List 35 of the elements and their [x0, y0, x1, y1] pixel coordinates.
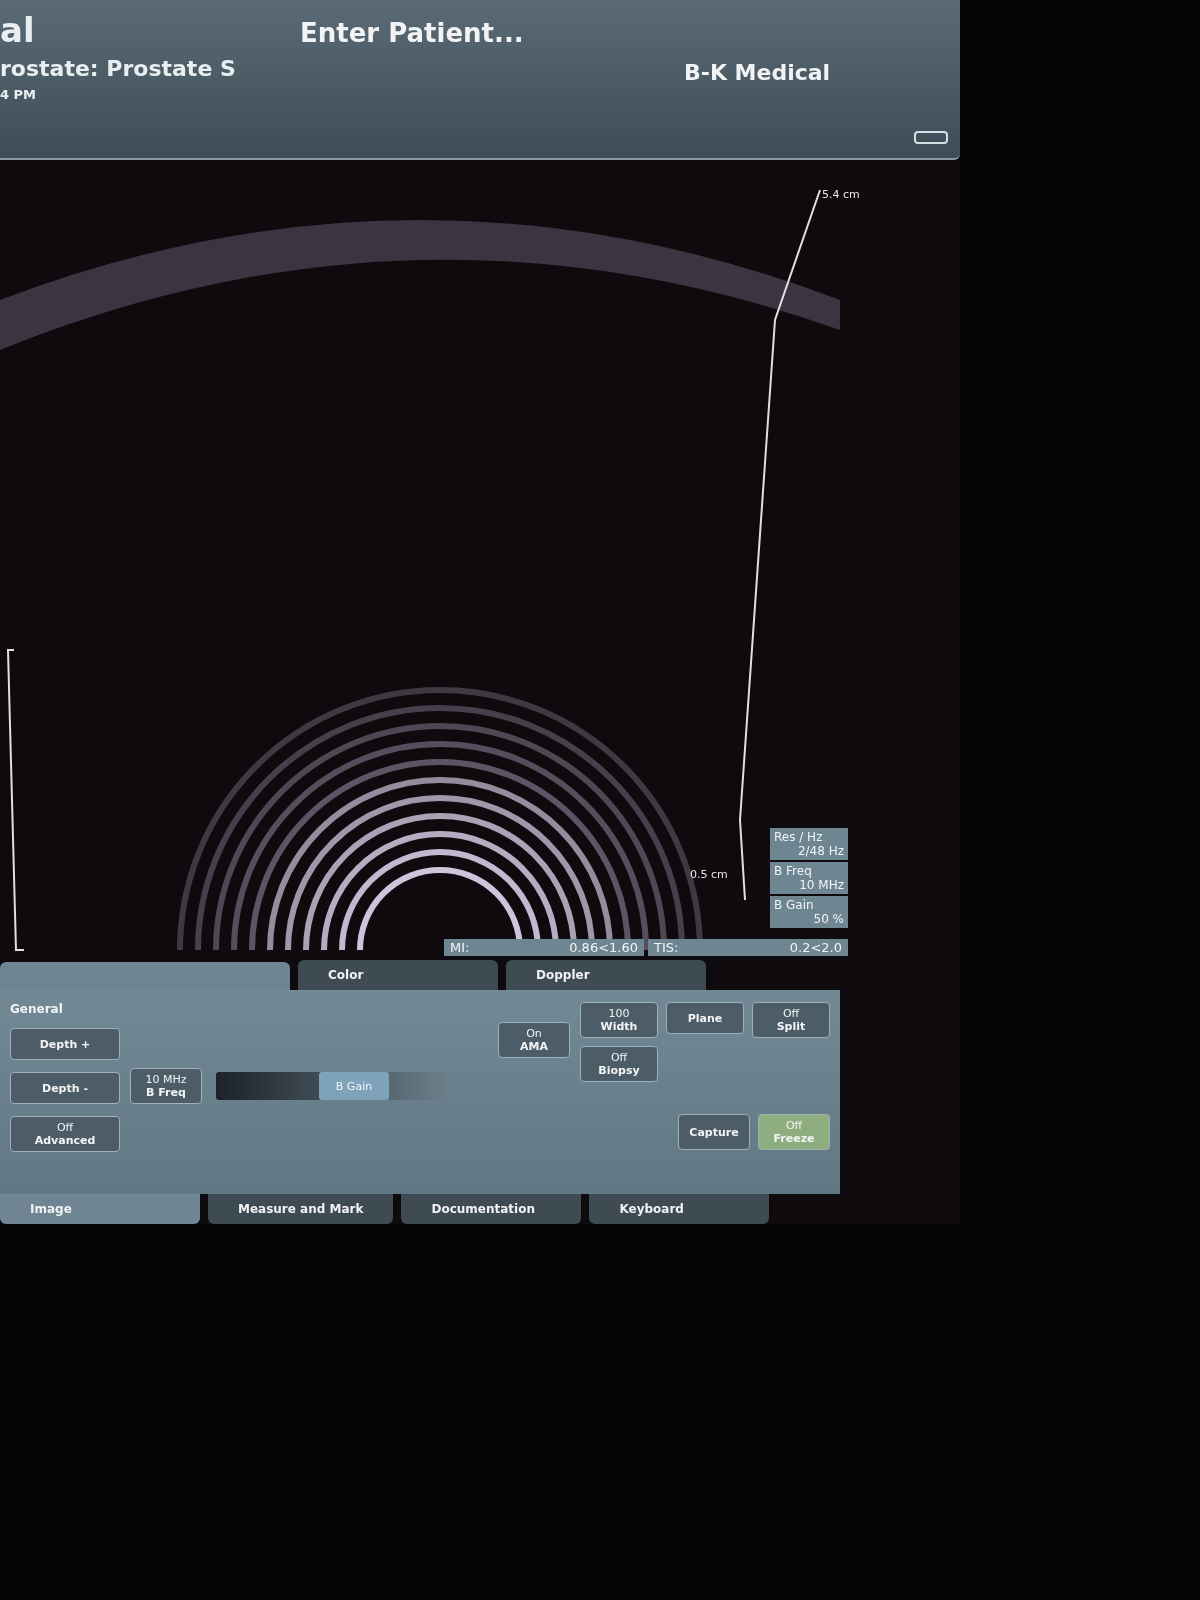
index-label: MI: — [450, 940, 470, 955]
section-tab[interactable]: Documentation — [401, 1194, 582, 1224]
mode-tab[interactable]: Doppler — [506, 960, 706, 990]
control-button[interactable]: Off Advanced — [10, 1116, 120, 1152]
control-button[interactable]: 100 Width — [580, 1002, 658, 1038]
control-button[interactable]: Plane — [666, 1002, 744, 1034]
control-button[interactable]: Depth + — [10, 1028, 120, 1060]
section-tab[interactable]: Image — [0, 1194, 200, 1224]
app-title: al — [0, 10, 36, 50]
index-value: 0.86<1.60 — [569, 940, 638, 955]
control-button[interactable]: Depth - — [10, 1072, 120, 1104]
readout-value: 10 MHz — [799, 878, 844, 892]
section-tab[interactable]: Keyboard — [589, 1194, 770, 1224]
readout-value: 2/48 Hz — [797, 844, 844, 858]
panel-title: General — [10, 1002, 64, 1016]
index-value: 0.2<2.0 — [789, 940, 842, 955]
readout-label: B Freq — [774, 864, 813, 878]
brand-label: B-K Medical — [684, 60, 832, 85]
control-button[interactable]: Off Biopsy — [580, 1046, 658, 1082]
depth-label: 5.4 cm — [822, 188, 860, 201]
control-button[interactable]: 10 MHz B Freq — [130, 1068, 202, 1104]
control-button[interactable]: On AMA — [498, 1022, 570, 1058]
index-label: TIS: — [654, 940, 679, 955]
control-button[interactable]: Capture — [678, 1114, 750, 1150]
readout-value: 50 % — [813, 912, 844, 926]
time-label: 4 PM — [0, 87, 38, 102]
readout-label: B Gain — [774, 898, 815, 912]
patient-label[interactable]: Enter Patient... — [300, 18, 684, 48]
mode-tab[interactable]: Color — [298, 960, 498, 990]
exam-label: rostate: Prostate S — [0, 56, 237, 81]
keyboard-icon[interactable] — [914, 131, 948, 144]
section-tab[interactable]: Measure and Mark — [208, 1194, 394, 1224]
control-button[interactable]: Off Split — [752, 1002, 830, 1038]
readout-label: Res / Hz — [774, 830, 824, 844]
scale-label: 0.5 cm — [690, 868, 728, 881]
